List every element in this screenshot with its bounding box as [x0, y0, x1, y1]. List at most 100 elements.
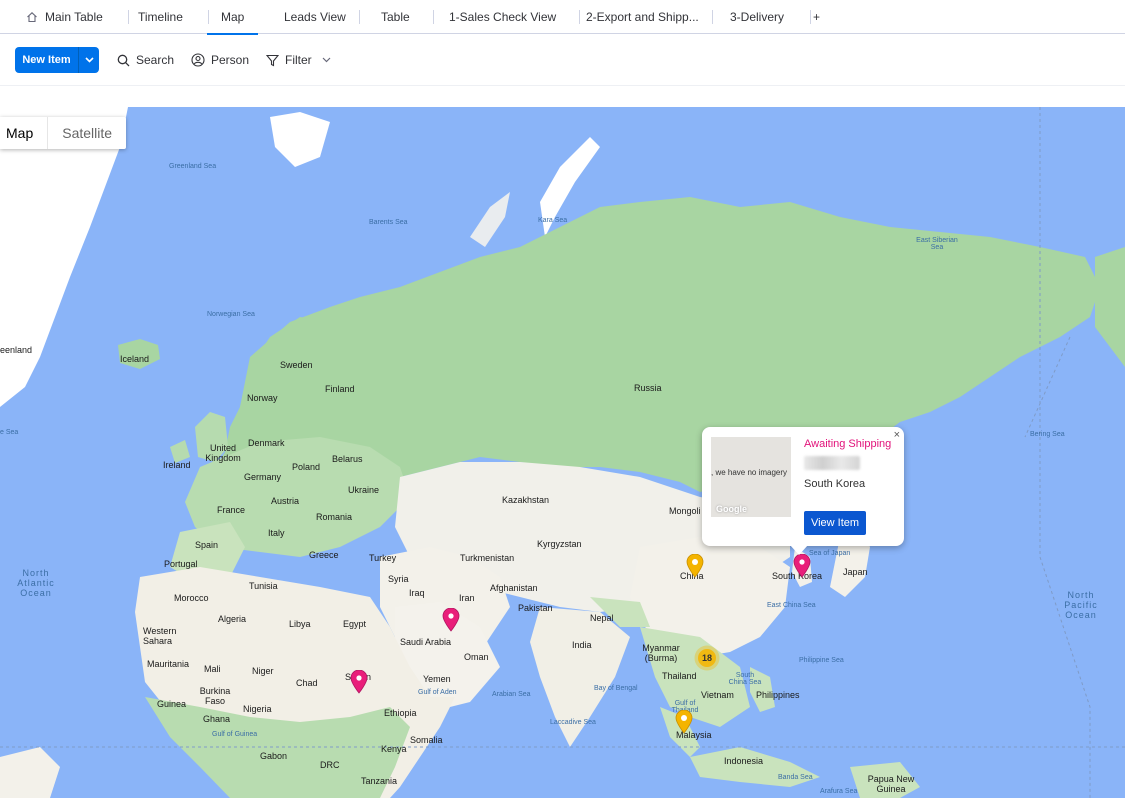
no-imagery-text: , we have no imagery: [711, 468, 788, 477]
person-label: Person: [211, 53, 250, 67]
sea-label: Barents Sea: [369, 219, 408, 226]
map-label: Iraq: [409, 588, 425, 598]
map-pin-marker[interactable]: [442, 608, 460, 632]
map-label: Ghana: [203, 714, 231, 724]
map-label: Morocco: [174, 593, 209, 603]
map-label: Yemen: [423, 674, 451, 684]
sea-label: South China Sea: [728, 672, 762, 686]
map-pin-marker[interactable]: [686, 554, 704, 578]
search-icon: [117, 54, 130, 66]
sea-label: Kara Sea: [538, 217, 568, 224]
item-country: South Korea: [804, 478, 866, 490]
map-label: Syria: [388, 574, 409, 584]
map-label: Indonesia: [724, 756, 764, 766]
map-label: Turkmenistan: [460, 553, 515, 563]
map-label: Japan: [843, 567, 868, 577]
map-label: Gabon: [260, 751, 288, 761]
sea-label: East China Sea: [767, 602, 816, 609]
plus-icon: +: [813, 10, 821, 24]
tab-map[interactable]: Map: [207, 0, 259, 35]
map-pin-marker[interactable]: [793, 554, 811, 578]
map-label: Finland: [325, 384, 355, 394]
tab-label: Main Table: [45, 10, 103, 24]
map-label: United Kingdom: [205, 443, 241, 463]
map-label: Mali: [204, 664, 221, 674]
tab-table[interactable]: Table: [381, 0, 434, 34]
map-label: Saudi Arabia: [400, 637, 452, 647]
map-label: Kenya: [381, 744, 407, 754]
tab-label: Leads View: [284, 10, 346, 24]
sea-label: Gulf of Guinea: [212, 731, 258, 738]
map-pin-marker[interactable]: [675, 710, 693, 734]
new-item-button[interactable]: New Item: [15, 47, 99, 73]
sea-label: Bering Sea: [1030, 431, 1065, 438]
tab-timeline[interactable]: Timeline: [138, 0, 209, 34]
map-label: Libya: [289, 619, 311, 629]
tab-leads-view[interactable]: Leads View: [284, 0, 360, 34]
sea-label: East Siberian Sea: [916, 237, 958, 251]
tab-main-table[interactable]: Main Table: [26, 0, 129, 34]
map-type-map-button[interactable]: Map: [0, 117, 47, 149]
item-status: Awaiting Shipping: [804, 438, 892, 450]
close-icon[interactable]: ×: [894, 429, 900, 441]
add-view-button[interactable]: +: [813, 0, 820, 34]
map-label: Ethiopia: [384, 708, 417, 718]
map-label: Pakistan: [518, 603, 553, 613]
map-label: Mauritania: [147, 659, 190, 669]
tab-label: 2-Export and Shipp...: [586, 10, 699, 24]
map-canvas[interactable]: Map Satellite eenland Iceland Sweden Fin…: [0, 107, 1125, 798]
map-label: eenland: [0, 345, 33, 355]
tab-export-and-shipping[interactable]: 2-Export and Shipp...: [586, 0, 713, 34]
tab-label: 3-Delivery: [730, 10, 785, 24]
cluster-count: 18: [701, 653, 712, 663]
map-label: Russia: [634, 383, 662, 393]
sea-label: Arabian Sea: [492, 691, 531, 698]
map-label: Thailand: [662, 671, 697, 681]
view-item-button[interactable]: View Item: [804, 511, 866, 535]
map-label: India: [572, 640, 592, 650]
map-label: Papua New Guinea: [867, 774, 915, 794]
map-label: Sweden: [280, 360, 313, 370]
filter-button[interactable]: Filter: [266, 51, 337, 69]
sea-label: Norwegian Sea: [207, 311, 255, 318]
map-label: Burkina Faso: [199, 686, 231, 706]
sea-label: Laccadive Sea: [550, 719, 596, 726]
map-label: Ukraine: [348, 485, 380, 495]
person-filter-button[interactable]: Person: [191, 51, 249, 69]
map-label: Portugal: [164, 559, 198, 569]
marker-cluster[interactable]: 18: [694, 645, 720, 671]
search-button[interactable]: Search: [117, 51, 174, 69]
new-item-dropdown[interactable]: [78, 47, 99, 73]
tab-label: Map: [221, 10, 245, 24]
map-label: Kazakhstan: [502, 495, 550, 505]
home-icon: [27, 12, 37, 23]
map-type-control: Map Satellite: [0, 117, 127, 149]
map-label: Spain: [195, 540, 219, 550]
map-label: Tunisia: [249, 581, 278, 591]
map-label: Guinea: [157, 699, 187, 709]
map-label: Norway: [247, 393, 278, 403]
sea-label: Bay of Bengal: [594, 685, 638, 692]
map-label: Myanmar (Burma): [642, 643, 680, 663]
map-label: Kyrgyzstan: [537, 539, 582, 549]
chevron-down-icon: [84, 57, 94, 63]
tab-delivery[interactable]: 3-Delivery: [730, 0, 812, 34]
google-logo: Google: [716, 504, 747, 514]
tab-label: Table: [381, 10, 410, 24]
tab-sales-check-view[interactable]: 1-Sales Check View: [449, 0, 581, 34]
map-pin-marker[interactable]: [350, 670, 368, 694]
ocean-label: North Atlantic Ocean: [17, 568, 55, 598]
map-label: Chad: [296, 678, 318, 688]
map-label: Vietnam: [701, 690, 734, 700]
map-label: Turkey: [369, 553, 397, 563]
street-view-thumbnail: , we have no imagery Google: [711, 437, 791, 517]
map-label: France: [217, 505, 246, 515]
person-icon: [191, 53, 205, 67]
map-label: Algeria: [218, 614, 247, 624]
map-label: Nepal: [590, 613, 614, 623]
map-label: Mongoli: [669, 506, 701, 516]
map-type-satellite-button[interactable]: Satellite: [47, 117, 126, 149]
filter-icon: [266, 54, 279, 66]
map-info-window: , we have no imagery Google Awaiting Shi…: [702, 427, 904, 555]
view-tabs: Main Table Timeline Map Leads View Table…: [0, 0, 1125, 35]
